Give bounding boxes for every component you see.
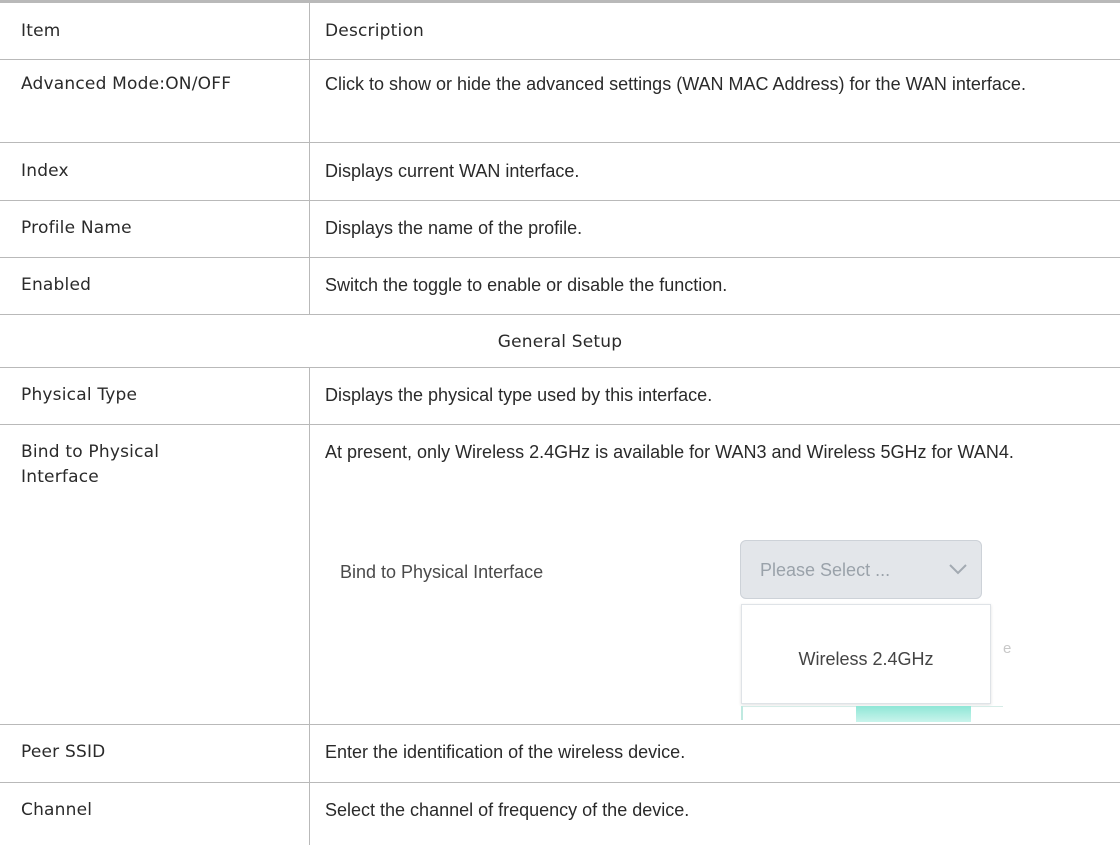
- bind-interface-dropdown: Wireless 2.4GHz: [741, 604, 991, 704]
- row-separator: [0, 424, 1120, 425]
- row-item-channel: Channel: [21, 800, 93, 820]
- row-desc-index: Displays current WAN interface.: [325, 161, 580, 181]
- row-desc-bind-physical-interface: At present, only Wireless 2.4GHz is avai…: [325, 442, 1014, 462]
- row-item-bind-physical-interface: Bind to Physical Interface: [21, 442, 160, 487]
- row-desc-enabled: Switch the toggle to enable or disable t…: [325, 275, 728, 295]
- section-title-general-setup: General Setup: [497, 332, 623, 352]
- row-desc-advanced-mode: Click to show or hide the advanced setti…: [325, 74, 1026, 94]
- row-desc-peer-ssid: Enter the identification of the wireless…: [325, 742, 686, 762]
- row-separator: [0, 200, 1120, 201]
- snippet-bind-label: Bind to Physical Interface: [340, 562, 544, 582]
- row-separator: [0, 782, 1120, 783]
- chevron-down-icon: [949, 564, 967, 575]
- teal-button-fragment: [856, 706, 971, 722]
- header-item: Item: [21, 21, 61, 41]
- row-item-index: Index: [21, 161, 69, 181]
- column-divider: [309, 3, 310, 314]
- teal-edge: [741, 706, 743, 720]
- row-separator: [0, 367, 1120, 368]
- row-desc-channel: Select the channel of frequency of the d…: [325, 800, 690, 820]
- row-separator: [0, 314, 1120, 315]
- select-placeholder: Please Select ...: [760, 560, 891, 580]
- column-divider: [309, 367, 310, 845]
- row-item-advanced-mode: Advanced Mode:ON/OFF: [21, 74, 232, 94]
- row-item-peer-ssid: Peer SSID: [21, 742, 106, 762]
- bind-interface-select[interactable]: Please Select ...: [740, 540, 982, 599]
- row-item-physical-type: Physical Type: [21, 385, 138, 405]
- row-separator: [0, 257, 1120, 258]
- partial-hidden-text: e: [1003, 640, 1012, 657]
- row-item-profile-name: Profile Name: [21, 218, 132, 238]
- row-separator: [0, 724, 1120, 725]
- header-description: Description: [325, 21, 425, 41]
- table-top-rule: [0, 0, 1120, 3]
- row-separator: [0, 59, 1120, 60]
- dropdown-option-wireless-24[interactable]: Wireless 2.4GHz: [742, 647, 990, 671]
- row-desc-physical-type: Displays the physical type used by this …: [325, 385, 713, 405]
- row-item-enabled: Enabled: [21, 275, 92, 295]
- row-separator: [0, 142, 1120, 143]
- row-desc-profile-name: Displays the name of the profile.: [325, 218, 583, 238]
